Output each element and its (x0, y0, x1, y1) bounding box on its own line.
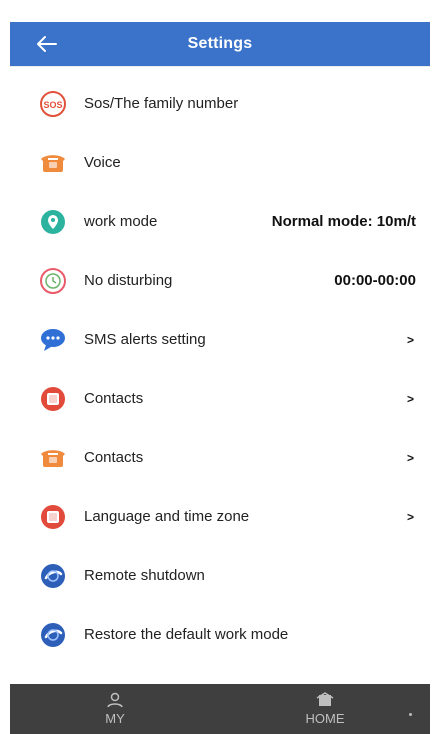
settings-item-remote-shutdown[interactable]: Remote shutdown (10, 546, 430, 605)
app-header: Settings (10, 22, 430, 66)
settings-item-work-mode[interactable]: work mode Normal mode: 10m/t (10, 192, 430, 251)
settings-item-no-disturbing[interactable]: No disturbing 00:00-00:00 (10, 251, 430, 310)
page-title: Settings (187, 35, 253, 52)
chevron-right-icon: > (406, 509, 414, 524)
svg-text:SOS: SOS (43, 100, 62, 110)
settings-item-sms-alerts[interactable]: SMS alerts setting > (10, 310, 430, 369)
settings-item-voice[interactable]: Voice (10, 133, 430, 192)
contacts-book-icon (38, 502, 68, 532)
settings-item-contacts-2[interactable]: Contacts > (10, 428, 430, 487)
settings-item-label: work mode (84, 213, 158, 230)
work-mode-value: Normal mode: 10m/t (271, 213, 416, 230)
power-globe-icon (38, 561, 68, 591)
settings-item-label: Contacts (84, 390, 144, 407)
settings-item-contacts-1[interactable]: Contacts > (10, 369, 430, 428)
settings-item-label: Restore the default work mode (84, 626, 289, 643)
tab-label: MY (105, 711, 125, 726)
settings-item-sos[interactable]: SOS Sos/The family number (10, 74, 430, 133)
location-pin-icon (38, 207, 68, 237)
settings-item-label: Voice (84, 154, 121, 171)
tab-home[interactable]: HOME (220, 684, 430, 734)
power-globe-icon (38, 620, 68, 650)
settings-item-label: Language and time zone (84, 508, 250, 525)
settings-item-label: SMS alerts setting (84, 331, 206, 348)
chevron-right-icon: > (406, 332, 414, 347)
phone-icon (38, 148, 68, 178)
settings-item-language-time-zone[interactable]: Language and time zone > (10, 487, 430, 546)
do-not-disturb-icon (38, 266, 68, 296)
decorative-dot (409, 713, 412, 716)
contacts-book-icon (38, 384, 68, 414)
chat-bubble-icon (38, 325, 68, 355)
settings-item-restore-default[interactable]: Restore the default work mode (10, 605, 430, 664)
settings-list: SOS Sos/The family number Voice work mod… (10, 74, 430, 664)
back-arrow-icon (37, 36, 57, 52)
settings-item-label: No disturbing (84, 272, 173, 289)
chevron-right-icon: > (406, 450, 414, 465)
phone-icon (38, 443, 68, 473)
settings-item-label: Remote shutdown (84, 567, 205, 584)
back-button[interactable] (34, 31, 60, 57)
chevron-right-icon: > (406, 391, 414, 406)
bottom-tab-bar: MY HOME (10, 684, 430, 734)
tab-my[interactable]: MY (10, 684, 220, 734)
tab-label: HOME (305, 711, 345, 726)
home-icon (316, 692, 334, 706)
person-icon (107, 692, 123, 708)
settings-item-label: Sos/The family number (84, 95, 239, 112)
no-disturbing-value: 00:00-00:00 (334, 272, 416, 289)
settings-item-label: Contacts (84, 449, 144, 466)
sos-icon: SOS (38, 89, 68, 119)
